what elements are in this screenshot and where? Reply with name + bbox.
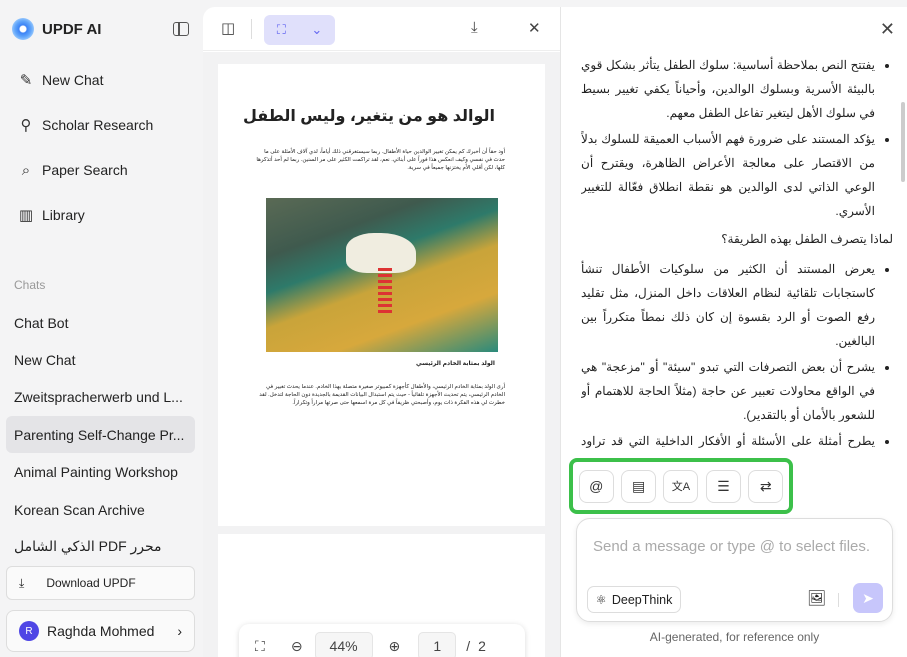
ocr-translate-dropdown[interactable]: ⛶ ⌄ <box>264 15 335 45</box>
pdf-title: الوالد هو من يتغير، وليس الطفل <box>242 108 495 125</box>
sidebar-item-library[interactable]: ▥ Library <box>0 195 203 235</box>
chevron-right-icon: › <box>177 623 182 639</box>
chat-item[interactable]: Animal Painting Workshop <box>6 453 195 490</box>
chats-section-label: Chats <box>14 278 46 292</box>
response-bullet: يعرض المستند أن الكثير من سلوكيات الأطفا… <box>581 257 875 353</box>
pdf-caption: الولد بمثابة الخادم الرئيسي <box>416 361 495 367</box>
send-button[interactable]: ➤ <box>853 583 883 613</box>
zoom-level-field[interactable]: 44% <box>314 632 373 657</box>
mention-file-button[interactable]: @ <box>578 469 614 503</box>
translate-icon: 文A <box>671 481 691 493</box>
close-icon[interactable]: ✕ <box>880 19 895 40</box>
convert-button[interactable]: ⇄ <box>748 469 784 503</box>
divider <box>838 593 839 607</box>
response-bullet: يفتتح النص بملاحظة أساسية: سلوك الطفل يت… <box>581 53 875 125</box>
pdf-paragraph: أرى الولد بمثابة الخادم الرئيسي، والأطفا… <box>259 384 505 406</box>
add-image-icon[interactable]: 🖼 <box>807 589 826 607</box>
response-bullet: يطرح أمثلة على الأسئلة أو الأفكار الداخل… <box>581 429 875 453</box>
user-profile-button[interactable]: R Raghda Mohmed › <box>6 610 195 652</box>
sidebar-item-paper-search[interactable]: ⌕ Paper Search <box>0 150 203 190</box>
message-input[interactable]: Send a message or type @ to select files… <box>593 538 870 555</box>
convert-icon: ⇄ <box>759 477 772 494</box>
divider <box>251 19 252 39</box>
ai-response: يفتتح النص بملاحظة أساسية: سلوك الطفل يت… <box>581 53 893 453</box>
send-icon: ➤ <box>862 589 874 606</box>
pdf-photo-playground <box>265 198 498 352</box>
scrollbar[interactable] <box>901 102 905 182</box>
close-icon[interactable]: ✕ <box>528 19 541 37</box>
pdf-page-area[interactable]: الوالد هو من يتغير، وليس الطفل أود حقاً … <box>203 52 560 657</box>
note-sparkle-icon: ▤ <box>631 477 646 494</box>
ai-chat-panel: ✕ يفتتح النص بملاحظة أساسية: سلوك الطفل … <box>560 7 907 657</box>
summarize-button[interactable]: ▤ <box>621 469 657 503</box>
page-separator: / <box>466 638 471 654</box>
pdf-toolbar: ◫ ⛶ ⌄ ⤓ ✕ <box>203 7 560 51</box>
outline-button[interactable]: ☰ <box>705 469 741 503</box>
message-input-box[interactable]: Send a message or type @ to select files… <box>576 518 893 622</box>
chat-item[interactable]: Zweitspracherwerb und L... <box>6 378 195 415</box>
total-pages: 2 <box>478 638 486 654</box>
chat-item[interactable]: New Chat <box>6 341 195 378</box>
pdf-viewer-panel: ◫ ⛶ ⌄ ⤓ ✕ الوالد هو من يتغير، وليس الطفل … <box>203 7 560 657</box>
telescope-icon: ⚲ <box>20 117 32 134</box>
deepthink-toggle[interactable]: ⚛ DeepThink <box>587 586 681 613</box>
outline-icon: ☰ <box>717 477 730 494</box>
updf-logo-icon <box>12 18 34 40</box>
chat-item[interactable]: Korean Scan Archive <box>6 491 195 528</box>
scan-translate-icon: ⛶ <box>276 22 286 37</box>
app-logo: UPDF AI <box>12 18 101 40</box>
download-updf-button[interactable]: ⤓ Download UPDF <box>6 566 195 600</box>
fit-page-icon[interactable]: ⛶ <box>255 638 265 655</box>
chat-item-active[interactable]: Parenting Self-Change Pr... <box>6 416 195 453</box>
pdf-paragraph: أود حقاً أن أخبرك كم يمكن تغيير الوالدين… <box>256 149 505 171</box>
at-icon: @ <box>589 478 604 494</box>
response-heading: لماذا يتصرف الطفل بهذه الطريقة؟ <box>721 232 893 246</box>
chevron-down-icon: ⌄ <box>311 22 323 37</box>
response-bullet: يؤكد المستند على ضرورة فهم الأسباب العمي… <box>581 127 875 223</box>
toggle-thumbnails-icon[interactable]: ◫ <box>221 19 235 37</box>
collapse-sidebar-icon[interactable] <box>173 22 189 36</box>
chat-item[interactable]: الذكي الشامل PDF محرر <box>6 528 195 565</box>
avatar: R <box>19 621 39 641</box>
disclaimer: AI-generated, for reference only <box>649 630 820 644</box>
library-icon: ▥ <box>18 207 34 224</box>
download-icon: ⤓ <box>19 575 25 590</box>
download-icon[interactable]: ⤓ <box>471 19 478 36</box>
zoom-toolbar: ⛶ ⊖ 44% ⊕ 1 / 2 <box>239 624 525 657</box>
edit-icon: ✎ <box>19 72 33 89</box>
zoom-out-icon[interactable]: ⊖ <box>291 638 303 655</box>
document-search-icon: ⌕ <box>21 161 31 179</box>
page-number-field[interactable]: 1 <box>418 632 457 657</box>
pdf-page-1: الوالد هو من يتغير، وليس الطفل أود حقاً … <box>218 64 545 526</box>
translate-button[interactable]: 文A <box>663 469 699 503</box>
response-bullet: يشرح أن بعض التصرفات التي تبدو "سيئة" أو… <box>581 355 875 427</box>
quick-tools-highlighted: @ ▤ 文A ☰ ⇄ <box>569 458 793 514</box>
sidebar-item-new-chat[interactable]: ✎ New Chat <box>0 60 203 100</box>
zoom-in-icon[interactable]: ⊕ <box>389 638 401 655</box>
sidebar-item-scholar-research[interactable]: ⚲ Scholar Research <box>0 105 203 145</box>
chat-item[interactable]: Chat Bot <box>6 304 195 341</box>
sidebar: UPDF AI ✎ New Chat ⚲ Scholar Research ⌕ Pap… <box>0 0 203 657</box>
atom-icon: ⚛ <box>595 593 607 607</box>
